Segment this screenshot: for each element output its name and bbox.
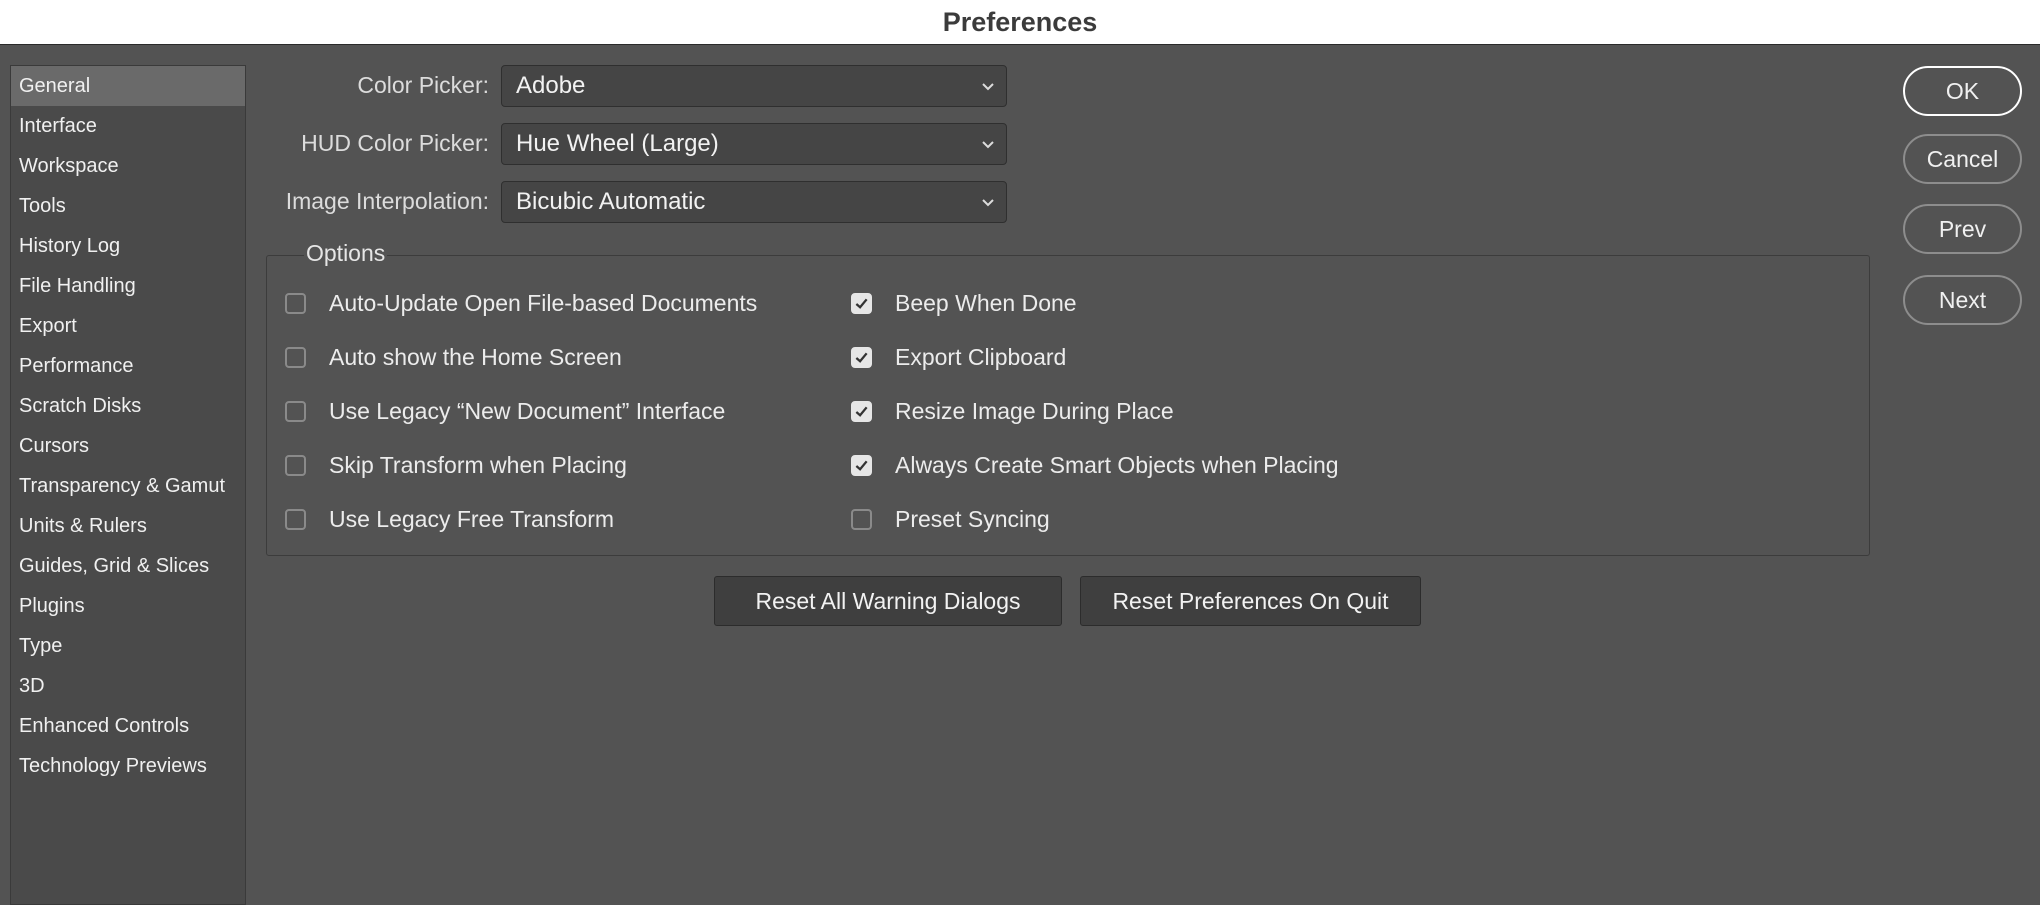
checkbox[interactable] <box>285 400 306 422</box>
option-label: Export Clipboard <box>895 343 1067 370</box>
sidebar-item-3d[interactable]: 3D <box>11 666 245 706</box>
chevron-down-icon <box>982 199 994 207</box>
checkbox-checked[interactable] <box>851 400 872 422</box>
sidebar-item-workspace[interactable]: Workspace <box>11 146 245 186</box>
sidebar-item-scratch-disks[interactable]: Scratch Disks <box>11 386 245 426</box>
sidebar-item-transparency-gamut[interactable]: Transparency & Gamut <box>11 466 245 506</box>
checkbox[interactable] <box>285 346 306 368</box>
checkmark-icon <box>855 406 868 417</box>
sidebar-item-history-log[interactable]: History Log <box>11 226 245 266</box>
option-label: Skip Transform when Placing <box>329 451 627 478</box>
option-skip-transform[interactable]: Skip Transform when Placing <box>285 449 627 481</box>
image-interpolation-label: Image Interpolation: <box>285 188 489 214</box>
checkbox[interactable] <box>851 508 872 530</box>
option-always-create-smart-objects[interactable]: Always Create Smart Objects when Placing <box>851 449 1339 481</box>
checkbox-checked[interactable] <box>851 454 872 476</box>
option-label: Resize Image During Place <box>895 397 1174 424</box>
sidebar-item-file-handling[interactable]: File Handling <box>11 266 245 306</box>
option-label: Beep When Done <box>895 289 1077 316</box>
color-picker-select[interactable]: Adobe <box>501 65 1007 107</box>
checkbox-checked[interactable] <box>851 292 872 314</box>
hud-color-picker-value: Hue Wheel (Large) <box>516 130 719 157</box>
hud-color-picker-select[interactable]: Hue Wheel (Large) <box>501 123 1007 165</box>
sidebar-item-enhanced-controls[interactable]: Enhanced Controls <box>11 706 245 746</box>
chevron-down-icon <box>982 83 994 91</box>
option-auto-update-documents[interactable]: Auto-Update Open File-based Documents <box>285 287 757 319</box>
sidebar-item-technology-previews[interactable]: Technology Previews <box>11 746 245 786</box>
option-label: Use Legacy Free Transform <box>329 505 615 532</box>
sidebar-item-units-rulers[interactable]: Units & Rulers <box>11 506 245 546</box>
image-interpolation-value: Bicubic Automatic <box>516 188 706 215</box>
option-label: Auto-Update Open File-based Documents <box>329 289 758 316</box>
checkmark-icon <box>855 460 868 471</box>
reset-warning-dialogs-button[interactable]: Reset All Warning Dialogs <box>714 576 1062 626</box>
sidebar-item-export[interactable]: Export <box>11 306 245 346</box>
color-picker-label: Color Picker: <box>357 72 489 98</box>
checkmark-icon <box>855 298 868 309</box>
checkbox[interactable] <box>285 292 306 314</box>
color-picker-value: Adobe <box>516 72 586 99</box>
ok-button[interactable]: OK <box>1903 66 2022 116</box>
option-legacy-free-transform[interactable]: Use Legacy Free Transform <box>285 503 614 535</box>
checkbox[interactable] <box>285 508 306 530</box>
option-export-clipboard[interactable]: Export Clipboard <box>851 341 1066 373</box>
option-label: Preset Syncing <box>895 505 1050 532</box>
sidebar-item-type[interactable]: Type <box>11 626 245 666</box>
chevron-down-icon <box>982 141 994 149</box>
preferences-sidebar: General Interface Workspace Tools Histor… <box>10 65 246 905</box>
prev-button[interactable]: Prev <box>1903 204 2022 254</box>
option-label: Auto show the Home Screen <box>329 343 622 370</box>
option-label: Use Legacy “New Document” Interface <box>329 397 726 424</box>
window-title: Preferences <box>0 0 2040 45</box>
option-auto-show-home-screen[interactable]: Auto show the Home Screen <box>285 341 622 373</box>
sidebar-item-cursors[interactable]: Cursors <box>11 426 245 466</box>
sidebar-item-tools[interactable]: Tools <box>11 186 245 226</box>
image-interpolation-select[interactable]: Bicubic Automatic <box>501 181 1007 223</box>
sidebar-item-performance[interactable]: Performance <box>11 346 245 386</box>
option-preset-syncing[interactable]: Preset Syncing <box>851 503 1050 535</box>
sidebar-item-guides-grid-slices[interactable]: Guides, Grid & Slices <box>11 546 245 586</box>
checkbox[interactable] <box>285 454 306 476</box>
option-label: Always Create Smart Objects when Placing <box>895 451 1339 478</box>
checkbox-checked[interactable] <box>851 346 872 368</box>
option-resize-image-during-place[interactable]: Resize Image During Place <box>851 395 1174 427</box>
option-legacy-new-document[interactable]: Use Legacy “New Document” Interface <box>285 395 725 427</box>
options-title: Options <box>304 240 388 267</box>
sidebar-item-interface[interactable]: Interface <box>11 106 245 146</box>
reset-preferences-button[interactable]: Reset Preferences On Quit <box>1080 576 1421 626</box>
next-button[interactable]: Next <box>1903 275 2022 325</box>
hud-color-picker-label: HUD Color Picker: <box>301 130 489 156</box>
checkmark-icon <box>855 352 868 363</box>
option-beep-when-done[interactable]: Beep When Done <box>851 287 1077 319</box>
sidebar-item-general[interactable]: General <box>11 66 245 106</box>
sidebar-item-plugins[interactable]: Plugins <box>11 586 245 626</box>
cancel-button[interactable]: Cancel <box>1903 134 2022 184</box>
